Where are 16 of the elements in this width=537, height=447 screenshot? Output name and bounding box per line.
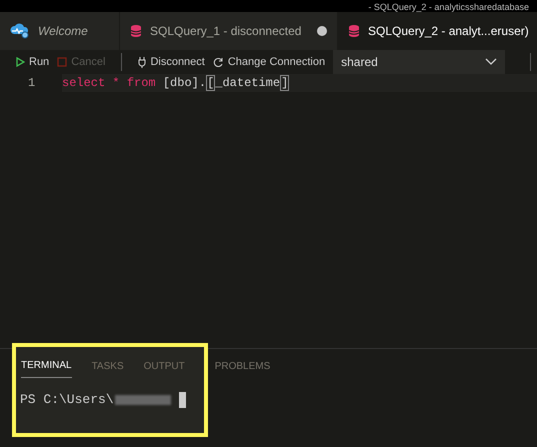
editor-tab[interactable]: SQLQuery_2 - analyt...eruser): [338, 12, 537, 50]
window-title: - SQLQuery_2 - analyticssharedatabase: [368, 2, 529, 12]
database-icon: [348, 24, 360, 38]
change-connection-button[interactable]: Change Connection: [212, 54, 326, 70]
database-dropdown[interactable]: shared: [333, 50, 506, 74]
play-icon: [16, 57, 25, 67]
panel-tab[interactable]: PROBLEMS: [214, 358, 270, 378]
database-icon: [130, 24, 142, 38]
terminal-prompt: PS C:\Users\: [20, 391, 114, 409]
line-number: 1: [27, 75, 36, 92]
stop-icon: [57, 57, 68, 67]
disconnect-button[interactable]: Disconnect: [138, 54, 205, 70]
plug-icon: [138, 56, 146, 68]
chevron-down-icon: [485, 58, 498, 66]
refresh-icon: [212, 56, 224, 68]
run-button[interactable]: Run: [16, 54, 50, 70]
